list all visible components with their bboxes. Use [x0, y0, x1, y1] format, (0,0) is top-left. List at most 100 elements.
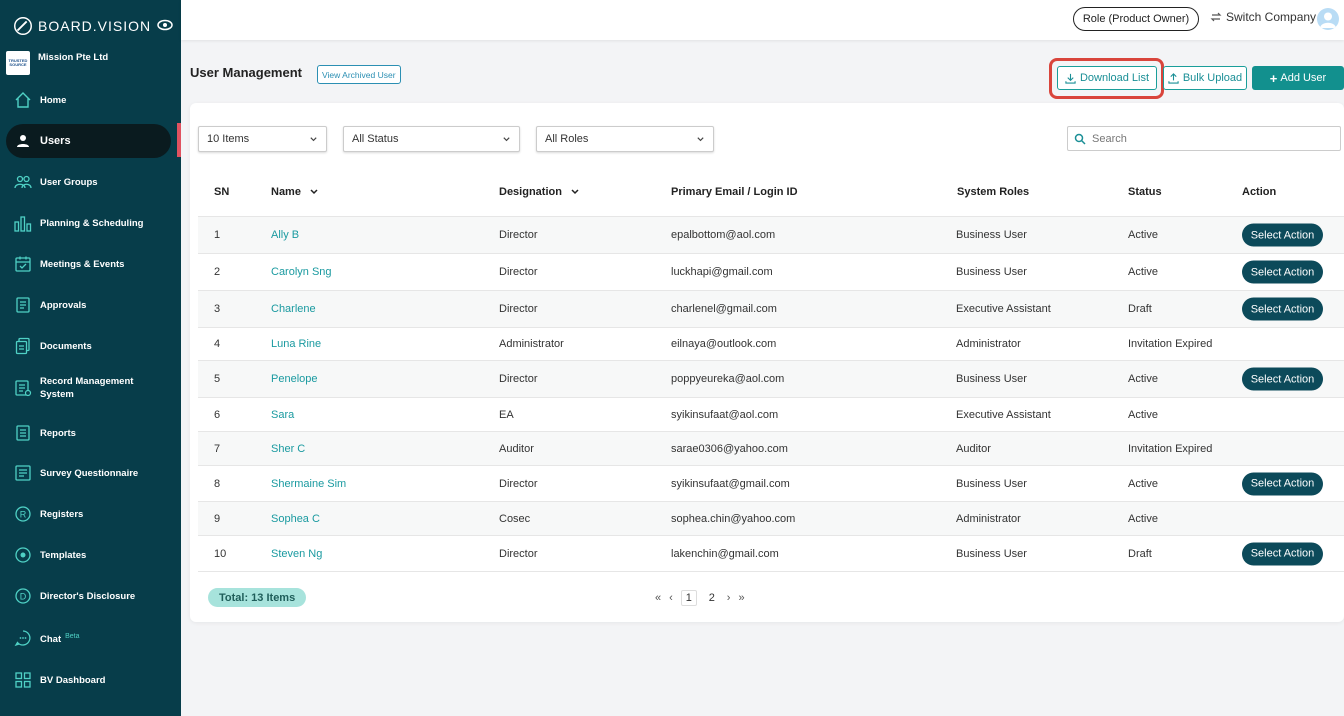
sidebar-item-reports[interactable]: Reports — [6, 416, 171, 450]
sidebar-item-chat[interactable]: Chat Beta — [6, 621, 171, 655]
sidebar-item-bv-dashboard[interactable]: BV Dashboard — [6, 663, 171, 697]
sidebar-item-meetings[interactable]: Meetings & Events — [6, 247, 171, 281]
cell-system-role: Business User — [956, 477, 1027, 490]
switch-company-button[interactable]: Switch Company — [1210, 10, 1316, 24]
role-button[interactable]: Role (Product Owner) — [1073, 7, 1199, 31]
bulk-upload-label: Bulk Upload — [1182, 72, 1243, 84]
page-number[interactable]: 1 — [680, 590, 697, 606]
sidebar-item-registers[interactable]: R Registers — [6, 497, 171, 531]
survey-icon — [14, 464, 32, 482]
sidebar-item-approvals[interactable]: Approvals — [6, 288, 171, 322]
table-row: 9 Sophea C Cosec sophea.chin@yahoo.com Admin… — [198, 501, 1344, 535]
plus-icon: + — [1269, 70, 1278, 86]
sidebar-item-user-groups[interactable]: User Groups — [6, 165, 171, 199]
page-title: User Management — [190, 65, 302, 80]
search-input[interactable] — [1092, 132, 1332, 145]
dashboard-icon — [14, 671, 32, 689]
sidebar-item-survey[interactable]: Survey Questionnaire — [6, 456, 171, 490]
status-filter-select[interactable]: All Status — [343, 126, 520, 152]
items-per-page-select[interactable]: 10 Items — [198, 126, 327, 152]
sidebar-item-users[interactable]: Users — [6, 124, 171, 158]
cell-name[interactable]: Penelope — [271, 373, 318, 385]
cell-designation: Director — [499, 373, 538, 385]
column-header-name-label: Name — [271, 186, 301, 198]
user-group-icon — [14, 173, 32, 191]
cell-name[interactable]: Charlene — [271, 303, 316, 315]
home-icon — [14, 91, 32, 109]
brand-logo-icon — [14, 17, 32, 35]
cell-name[interactable]: Steven Ng — [271, 548, 322, 560]
view-archived-user-button[interactable]: View Archived User — [317, 65, 401, 84]
cell-email: eilnaya@outlook.com — [671, 338, 777, 350]
sidebar-item-planning[interactable]: Planning & Scheduling — [6, 206, 171, 240]
sidebar-item-label: Users — [40, 134, 71, 147]
cell-name[interactable]: Ally B — [271, 229, 299, 241]
sidebar-item-label: User Groups — [40, 176, 98, 188]
svg-text:D: D — [20, 592, 27, 602]
search-field[interactable] — [1067, 126, 1341, 151]
sidebar-item-label: Meetings & Events — [40, 258, 125, 270]
cell-sn: 3 — [214, 303, 221, 315]
cell-name[interactable]: Sara — [271, 409, 294, 421]
sidebar-item-templates[interactable]: Templates — [6, 538, 171, 572]
column-header-status: Status — [1128, 186, 1162, 198]
cell-system-role: Executive Assistant — [956, 408, 1051, 421]
select-action-button[interactable]: Select Action — [1242, 367, 1323, 391]
sidebar-item-directors-disclosure[interactable]: D Director's Disclosure — [6, 579, 171, 613]
cell-sn: 6 — [214, 408, 221, 421]
sidebar-item-record-management[interactable]: Record Management System — [6, 371, 171, 405]
next-page-icon[interactable]: › — [727, 592, 731, 604]
cell-sn: 2 — [214, 266, 221, 278]
select-action-button[interactable]: Select Action — [1242, 223, 1323, 247]
sidebar: BOARD.VISION TRUSTED SOURCE Mission Pte L… — [0, 0, 181, 716]
bulk-upload-button[interactable]: Bulk Upload — [1163, 66, 1247, 90]
sidebar-item-label: Registers — [40, 508, 84, 520]
sidebar-item-label: Reports — [40, 427, 76, 439]
chevron-down-icon — [697, 137, 704, 142]
cell-name[interactable]: Sophea C — [271, 513, 320, 525]
table-row: 6 Sara EA syikinsufaat@aol.com Executive Ass… — [198, 397, 1344, 431]
cell-sn: 9 — [214, 512, 221, 525]
column-header-designation-label: Designation — [499, 186, 562, 198]
topbar: Role (Product Owner) Switch Company — [181, 0, 1344, 40]
select-action-button[interactable]: Select Action — [1242, 542, 1323, 565]
sidebar-item-home[interactable]: Home — [6, 83, 171, 117]
eye-icon[interactable] — [157, 19, 173, 31]
page-number[interactable]: 2 — [705, 590, 719, 606]
cell-designation: Director — [499, 266, 538, 278]
select-action-button[interactable]: Select Action — [1242, 260, 1323, 284]
cell-email: sophea.chin@yahoo.com — [671, 512, 796, 525]
switch-company-label: Switch Company — [1226, 10, 1317, 24]
cell-name[interactable]: Luna Rine — [271, 338, 321, 350]
roles-filter-select[interactable]: All Roles — [536, 126, 714, 152]
cell-email: lakenchin@gmail.com — [671, 547, 779, 560]
first-page-icon[interactable]: « — [655, 592, 661, 604]
sidebar-item-label: Chat Beta — [40, 630, 80, 646]
select-action-button[interactable]: Select Action — [1242, 472, 1323, 495]
cell-name[interactable]: Shermaine Sim — [271, 478, 346, 490]
record-icon — [14, 379, 32, 397]
prev-page-icon[interactable]: ‹ — [669, 592, 673, 604]
column-header-name[interactable]: Name — [271, 186, 319, 198]
cell-system-role: Administrator — [956, 512, 1021, 525]
last-page-icon[interactable]: » — [738, 592, 744, 604]
chevron-down-icon — [503, 137, 510, 142]
items-per-page-value: 10 Items — [207, 133, 250, 145]
cell-name[interactable]: Sher C — [271, 443, 305, 455]
upload-icon — [1168, 72, 1179, 84]
table-bottom-border — [198, 571, 1344, 572]
table-row: 10 Steven Ng Director lakenchin@gmail.com Bu… — [198, 535, 1344, 571]
active-indicator — [177, 123, 181, 157]
brand-logo[interactable]: BOARD.VISION — [12, 14, 151, 38]
add-user-button[interactable]: + Add User — [1252, 66, 1344, 90]
cell-status: Active — [1128, 512, 1158, 525]
cell-status: Draft — [1128, 303, 1152, 315]
cell-designation: Director — [499, 547, 538, 560]
cell-name[interactable]: Carolyn Sng — [271, 266, 332, 278]
company-selector[interactable]: TRUSTED SOURCE Mission Pte Ltd — [6, 51, 108, 75]
column-header-designation[interactable]: Designation — [499, 186, 580, 198]
select-action-button[interactable]: Select Action — [1242, 297, 1323, 321]
templates-icon — [14, 546, 32, 564]
avatar[interactable] — [1317, 8, 1339, 30]
sidebar-item-documents[interactable]: Documents — [6, 329, 171, 363]
